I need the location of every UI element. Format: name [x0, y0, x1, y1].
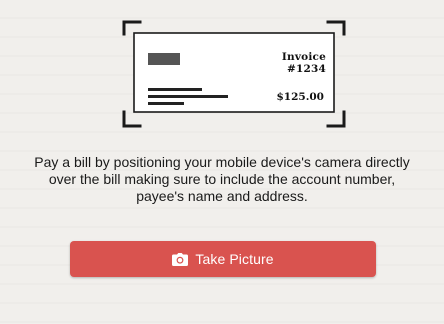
bill-text-line: [148, 88, 202, 91]
instructions-text: Pay a bill by positioning your mobile de…: [34, 154, 410, 204]
take-picture-button[interactable]: Take Picture: [70, 241, 376, 277]
bill-logo-block: [148, 53, 180, 65]
corner-bracket-bottom-left: [122, 110, 142, 128]
bill-text-line: [148, 95, 228, 98]
camera-icon: [172, 252, 189, 266]
invoice-number-label: Invoice #1234: [281, 51, 326, 75]
take-picture-label: Take Picture: [195, 251, 274, 267]
corner-bracket-bottom-right: [326, 110, 346, 128]
invoice-amount-label: $125.00: [276, 91, 325, 103]
bill-text-line: [148, 102, 184, 105]
